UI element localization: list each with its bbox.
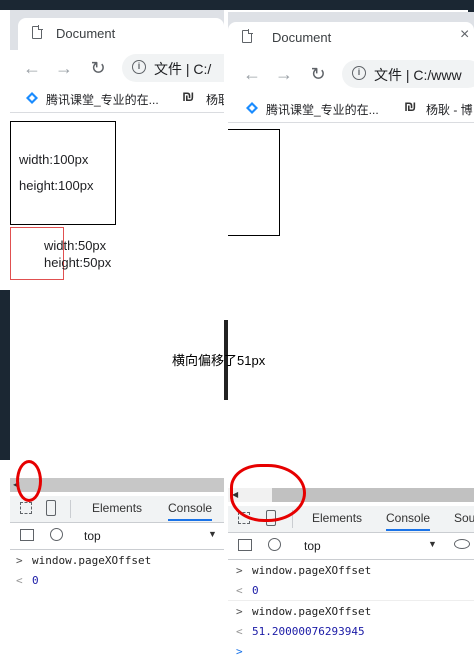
document-icon xyxy=(242,29,253,43)
console-toolbar: top ▼ xyxy=(10,523,224,550)
box-50px xyxy=(10,227,64,280)
chevron-down-icon[interactable]: ▼ xyxy=(208,529,217,539)
tab-console[interactable]: Console xyxy=(168,501,213,521)
sidebar-toggle-icon[interactable] xyxy=(238,539,252,551)
reload-icon[interactable]: ↻ xyxy=(86,56,110,80)
console-toolbar: top ▼ xyxy=(228,533,474,560)
small-box-width-label: width:50px xyxy=(44,238,107,253)
sidebar-toggle-icon[interactable] xyxy=(20,529,34,541)
desktop-background-left xyxy=(0,290,10,460)
tab-elements[interactable]: Elements xyxy=(92,501,142,515)
left-browser-window: Document ← → ↻ i 文件 | C:/ 腾讯课堂_专业的在... ₪… xyxy=(10,10,224,664)
reload-icon[interactable]: ↻ xyxy=(306,62,330,86)
address-bar[interactable]: i 文件 | C:/www xyxy=(342,60,474,88)
console-input: window.pageXOffset xyxy=(252,605,372,618)
eye-icon[interactable] xyxy=(454,539,470,549)
console-output: 0 xyxy=(32,574,39,587)
document-icon xyxy=(32,25,43,39)
info-icon: i xyxy=(132,60,146,74)
forward-arrow-icon[interactable]: → xyxy=(52,56,76,80)
tab-document[interactable]: Document xyxy=(18,18,224,50)
bookmark-link[interactable]: 杨耿 - 博 xyxy=(426,101,473,118)
address-text: 文件 | C:/ xyxy=(154,61,212,77)
devtools-panel: Elements Console top ▼ > window.pageXOff… xyxy=(10,496,224,664)
console-output: 51.20000076293945 xyxy=(252,625,365,638)
console-prompt-icon: > xyxy=(236,605,243,618)
console-caret-icon[interactable]: > xyxy=(236,645,243,658)
tab-document[interactable]: Document × xyxy=(228,22,474,54)
context-selector[interactable]: top xyxy=(304,539,321,553)
devtools-tab-bar: Elements Console xyxy=(10,496,224,523)
console-result-icon: < xyxy=(236,625,243,638)
right-browser-window: Document × ← → ↻ i 文件 | C:/www 腾讯课堂_专业的在… xyxy=(228,12,474,664)
address-bar[interactable]: i 文件 | C:/ xyxy=(122,54,224,82)
back-arrow-icon[interactable]: ← xyxy=(240,62,264,86)
tab-sources[interactable]: Sou xyxy=(454,511,474,525)
box-100px: width:100px height:100px xyxy=(10,121,116,225)
clear-console-icon[interactable] xyxy=(50,528,63,541)
address-text: 文件 | C:/www xyxy=(374,67,462,83)
yg-logo-icon: ₪ xyxy=(404,98,417,114)
chevron-down-icon[interactable]: ▼ xyxy=(428,539,437,549)
box-width-label: width:100px xyxy=(19,152,89,167)
console-input: window.pageXOffset xyxy=(252,564,372,577)
info-icon: i xyxy=(352,66,366,80)
box-height-label: height:100px xyxy=(19,178,94,193)
tab-title: Document xyxy=(56,26,116,41)
devtools-panel: Elements Console Sou top ▼ > window.page… xyxy=(228,506,474,664)
caption-offset-note: 横向偏移了51px xyxy=(172,353,266,368)
back-arrow-icon[interactable]: ← xyxy=(20,56,44,80)
clear-console-icon[interactable] xyxy=(268,538,281,551)
console-result-icon: < xyxy=(236,584,243,597)
bookmark-link[interactable]: 腾讯课堂_专业的在... xyxy=(266,101,379,118)
close-tab-icon[interactable]: × xyxy=(460,26,469,44)
bookmarks-bar: 腾讯课堂_专业的在... ₪ 杨耿 - 博 xyxy=(228,96,474,123)
bookmark-link[interactable]: 腾讯课堂_专业的在... xyxy=(46,91,159,108)
console-prompt-icon: > xyxy=(16,554,23,567)
devtools-divider xyxy=(70,500,71,518)
annotation-circle-right xyxy=(230,464,306,522)
browser-toolbar: ← → ↻ i 文件 | C:/www xyxy=(228,56,474,92)
yg-logo-icon: ₪ xyxy=(182,88,195,104)
tab-title: Document xyxy=(272,30,332,45)
console-separator xyxy=(228,600,474,601)
browser-toolbar: ← → ↻ i 文件 | C:/ xyxy=(10,50,224,86)
desktop-background-top xyxy=(0,0,474,10)
context-selector[interactable]: top xyxy=(84,529,101,543)
console-output: 0 xyxy=(252,584,259,597)
tencent-classroom-icon xyxy=(26,92,38,104)
tab-console[interactable]: Console xyxy=(386,511,431,531)
console-input: window.pageXOffset xyxy=(32,554,152,567)
annotation-circle-left xyxy=(16,460,42,502)
horizontal-scrollbar[interactable] xyxy=(10,478,224,492)
bookmarks-bar: 腾讯课堂_专业的在... ₪ 杨耿 xyxy=(10,86,224,113)
console-prompt-icon: > xyxy=(236,564,243,577)
forward-arrow-icon[interactable]: → xyxy=(272,62,296,86)
box-100px-scrolled xyxy=(228,129,280,236)
inspect-element-icon[interactable] xyxy=(20,502,32,514)
tencent-classroom-icon xyxy=(246,102,258,114)
console-result-icon: < xyxy=(16,574,23,587)
device-toolbar-icon[interactable] xyxy=(46,500,56,516)
desktop-background-right xyxy=(468,0,474,12)
bookmark-link[interactable]: 杨耿 xyxy=(206,91,224,108)
tab-elements[interactable]: Elements xyxy=(312,511,362,525)
small-box-height-label: height:50px xyxy=(44,255,112,270)
